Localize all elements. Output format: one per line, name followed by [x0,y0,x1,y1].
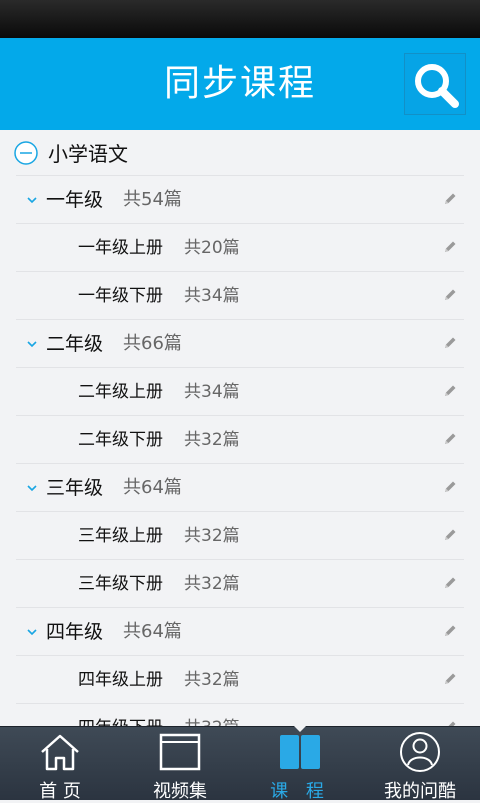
tab-label: 视频集 [153,781,207,802]
term-row[interactable]: 二年级上册 共34篇 [16,368,464,416]
row-count: 共64篇 [123,621,182,642]
search-button[interactable] [404,53,466,115]
row-label: 一年级上册 [78,238,163,258]
bottom-tab-bar: 首 页 视频集 课 程 我的问酷 [0,726,480,802]
video-icon [159,733,201,771]
term-row[interactable]: 三年级下册 共32篇 [16,560,464,608]
row-label: 三年级上册 [78,526,163,546]
chevron-down-icon[interactable] [26,482,38,494]
row-label: 二年级上册 [78,382,163,402]
edit-pencil-icon[interactable] [442,479,458,495]
term-row[interactable]: 四年级上册 共32篇 [16,656,464,704]
row-count: 共32篇 [184,704,240,726]
edit-pencil-icon[interactable] [442,191,458,207]
row-count: 共66篇 [123,333,182,354]
edit-pencil-icon[interactable] [442,239,458,255]
edit-pencil-icon[interactable] [442,431,458,447]
book-icon [280,735,320,769]
status-bar [0,0,480,38]
chevron-down-icon[interactable] [26,626,38,638]
term-row[interactable]: 一年级下册 共34篇 [16,272,464,320]
grade-row[interactable]: 三年级 共64篇 [16,464,464,512]
row-label: 三年级下册 [78,574,163,594]
row-count: 共64篇 [123,477,182,498]
row-label: 四年级上册 [78,670,163,690]
row-label: 二年级 [46,333,104,355]
term-row[interactable]: 四年级下册共32篇 [16,704,464,726]
edit-pencil-icon[interactable] [442,335,458,351]
row-label: 三年级 [46,477,104,499]
row-count: 共32篇 [184,430,240,450]
edit-pencil-icon[interactable] [442,575,458,591]
row-count: 共32篇 [184,526,240,546]
chevron-down-icon[interactable] [26,194,38,206]
row-label: 二年级下册 [78,430,163,450]
edit-pencil-icon[interactable] [442,383,458,399]
tab-label: 我的问酷 [384,781,456,802]
search-icon [415,64,459,108]
tab-label: 课 程 [270,781,330,802]
row-count: 共32篇 [184,574,240,594]
title-bar: 同步课程 [0,38,480,130]
row-count: 共34篇 [184,286,240,306]
collapse-circle-icon[interactable] [14,141,38,165]
row-label: 四年级 [46,621,104,643]
tab-home[interactable]: 首 页 [0,727,120,802]
chevron-down-icon[interactable] [26,338,38,350]
section-title: 小学语文 [48,142,128,166]
edit-pencil-icon[interactable] [442,671,458,687]
term-row[interactable]: 二年级下册 共32篇 [16,416,464,464]
grade-row[interactable]: 一年级 共54篇 [16,176,464,224]
edit-pencil-icon[interactable] [442,527,458,543]
tab-videos[interactable]: 视频集 [120,727,240,802]
edit-pencil-icon[interactable] [442,287,458,303]
tab-label: 首 页 [39,781,81,802]
row-count: 共32篇 [184,670,240,690]
term-row[interactable]: 三年级上册 共32篇 [16,512,464,560]
section-header[interactable]: 小学语文 [14,130,464,176]
edit-pencil-icon[interactable] [442,719,458,726]
row-count: 共20篇 [184,238,240,258]
home-icon [41,734,79,771]
row-label: 一年级 [46,189,104,211]
term-row[interactable]: 一年级上册 共20篇 [16,224,464,272]
tab-profile[interactable]: 我的问酷 [360,727,480,802]
edit-pencil-icon[interactable] [442,623,458,639]
course-list[interactable]: 小学语文 一年级 共54篇 一年级上册 共20篇 一年级下册 共34篇 二年级 共66篇 二年级… [0,130,480,726]
row-label: 四年级下册 [78,704,163,726]
row-count: 共34篇 [184,382,240,402]
row-label: 一年级下册 [78,286,163,306]
grade-row[interactable]: 二年级 共66篇 [16,320,464,368]
user-icon [400,732,440,772]
grade-row[interactable]: 四年级 共64篇 [16,608,464,656]
tab-courses[interactable]: 课 程 [240,727,360,802]
row-count: 共54篇 [123,189,182,210]
